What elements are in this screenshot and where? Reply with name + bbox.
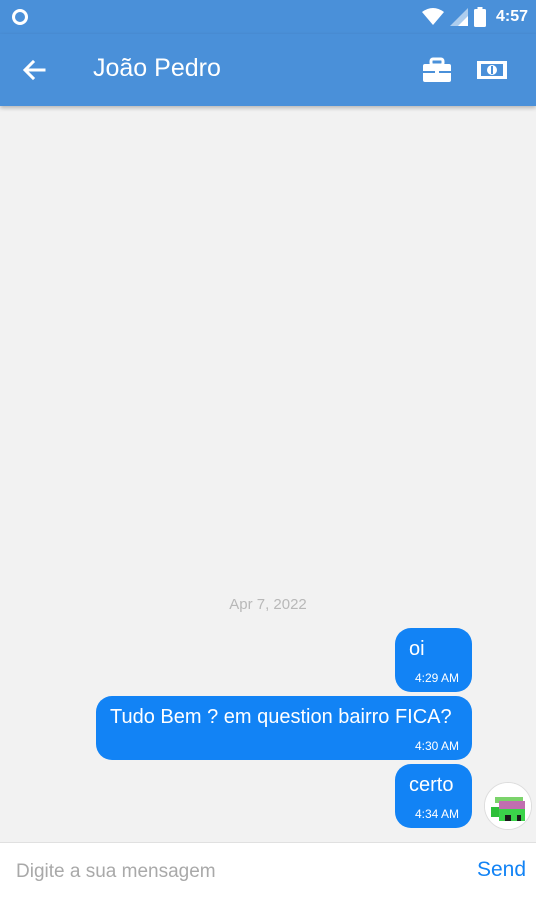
send-button[interactable]: Send [477, 858, 526, 882]
wifi-icon [421, 8, 444, 25]
message-input-bar: Send [0, 842, 536, 901]
status-time: 4:57 [495, 8, 528, 25]
message-time: 4:34 AM [414, 807, 459, 821]
message-bubble[interactable]: oi 4:29 AM [395, 628, 472, 692]
message-input[interactable] [14, 853, 458, 891]
avatar[interactable] [484, 782, 532, 830]
message-bubble[interactable]: certo 4:34 AM [395, 764, 472, 828]
status-bar: 4:57 [0, 0, 536, 34]
date-separator: Apr 7, 2022 [229, 596, 307, 613]
cell-signal-icon [449, 8, 468, 26]
message-bubble[interactable]: Tudo Bem ? em question bairro FICA? 4:30… [96, 696, 472, 760]
chat-area[interactable]: Apr 7, 2022 oi 4:29 AM Tudo Bem ? em que… [0, 106, 536, 842]
message-text: oi [409, 638, 425, 660]
message-text: Tudo Bem ? em question bairro FICA? [110, 706, 452, 728]
message-time: 4:29 AM [414, 671, 459, 685]
message-time: 4:30 AM [414, 739, 459, 753]
message-text: certo [409, 774, 454, 796]
battery-icon [473, 7, 486, 27]
briefcase-icon[interactable] [420, 54, 454, 86]
circle-notification-icon [12, 9, 28, 25]
money-icon[interactable] [475, 54, 509, 86]
arrow-back-icon[interactable] [18, 54, 50, 86]
app-bar: João Pedro [0, 34, 536, 106]
page-title: João Pedro [93, 54, 221, 82]
